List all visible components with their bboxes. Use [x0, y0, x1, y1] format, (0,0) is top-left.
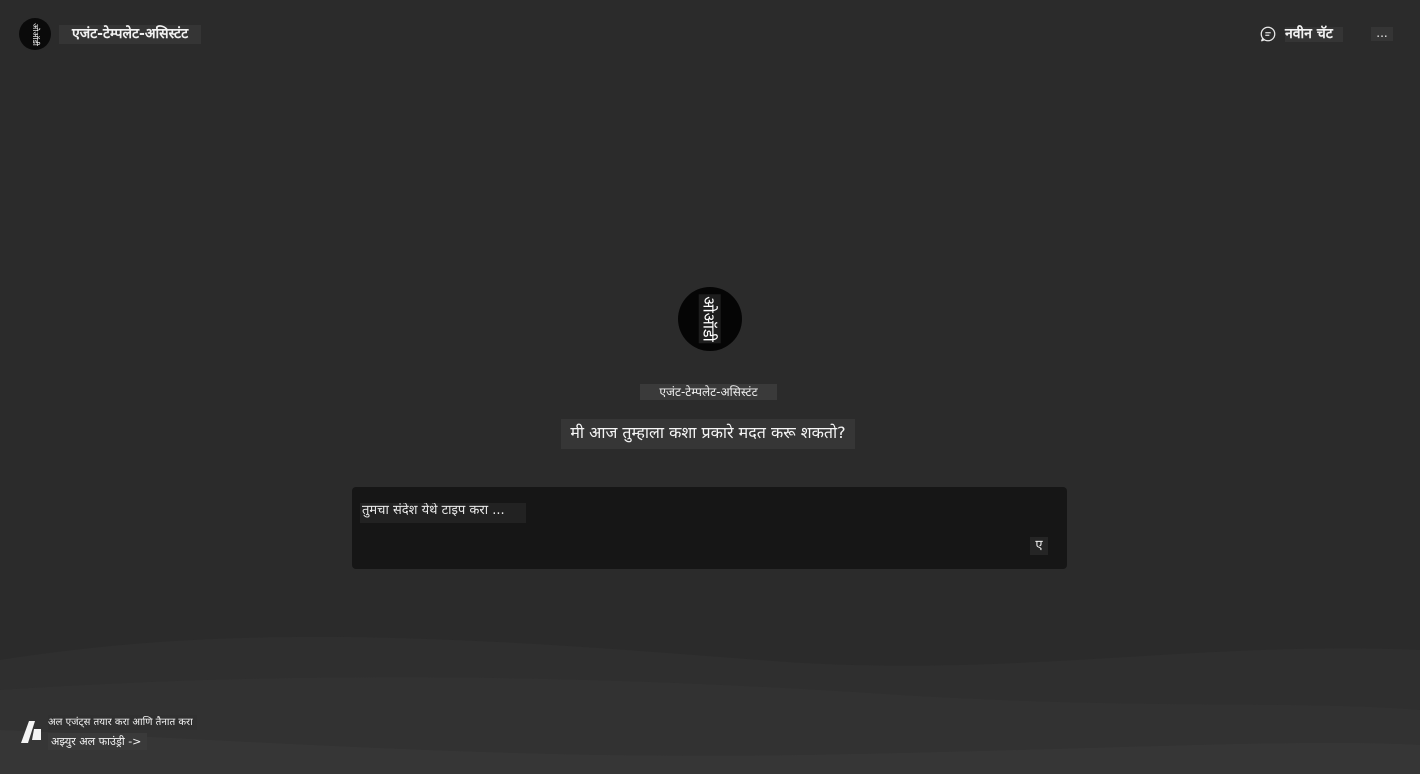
message-composer: ए [352, 487, 1067, 569]
send-button[interactable]: ए [1030, 537, 1048, 555]
header-bar: ओऑडी एजंट-टेम्पलेट-असिस्टंट नवीन चॅट ... [0, 0, 1420, 68]
message-input[interactable] [362, 503, 922, 518]
more-options-button[interactable]: ... [1371, 27, 1393, 41]
header-avatar-text: ओऑडी [30, 22, 40, 46]
agent-avatar-text: ओऑडी [698, 294, 721, 344]
agent-avatar: ओऑडी [678, 287, 742, 351]
azure-ai-foundry-link[interactable]: अझ्युर अल फाउंड्री -> [48, 733, 148, 750]
azure-ai-foundry-logo-icon [21, 721, 41, 743]
agent-name: एजंट-टेम्पलेट-असिस्टंट [640, 384, 777, 400]
new-chat-label: नवीन चॅट [1285, 26, 1343, 42]
footer-tagline: अल एजंट्स तयार करा आणि तैनात करा [48, 715, 197, 730]
header-avatar: ओऑडी [19, 18, 51, 50]
greeting-text: मी आज तुम्हाला कशा प्रकारे मदत करू शकतो? [561, 419, 855, 449]
app-title: एजंट-टेम्पलेट-असिस्टंट [59, 25, 202, 44]
app-page: ओऑडी एजंट-टेम्पलेट-असिस्टंट नवीन चॅट ...… [0, 0, 1420, 774]
chat-bubble-icon [1260, 26, 1276, 42]
footer-wave-decoration [0, 636, 1420, 774]
new-chat-button[interactable]: नवीन चॅट [1259, 24, 1343, 44]
